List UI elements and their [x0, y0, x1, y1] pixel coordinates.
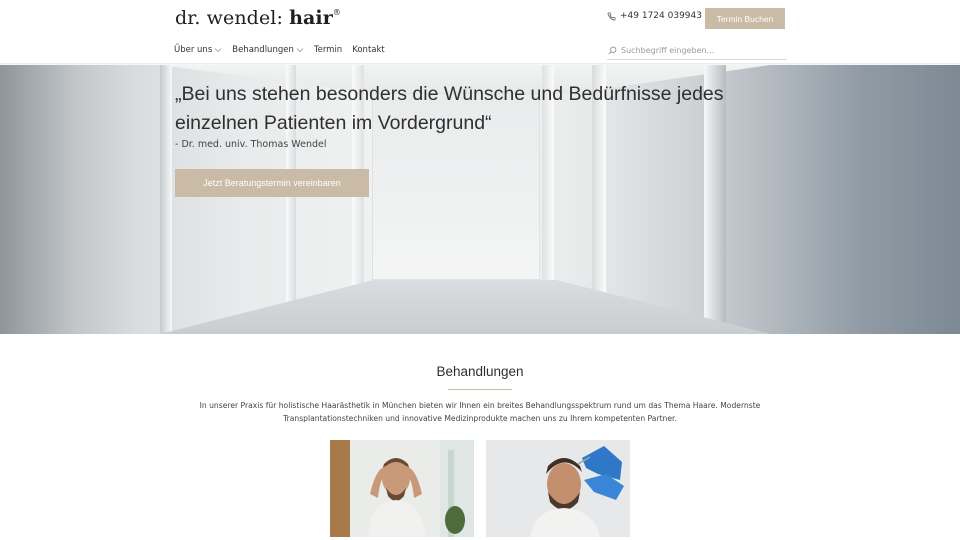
section-title: Behandlungen — [436, 364, 524, 379]
chevron-down-icon — [296, 48, 304, 53]
main-navigation: Über uns Behandlungen Termin Kontakt — [174, 45, 385, 55]
section-divider — [448, 389, 512, 390]
book-appointment-button[interactable]: Termin Buchen — [705, 8, 785, 29]
phone-number: +49 1724 039943 — [620, 11, 702, 21]
hero-floor — [160, 280, 770, 334]
hero-pillar — [160, 65, 172, 334]
nav-item-treatments[interactable]: Behandlungen — [232, 45, 304, 55]
search-bar — [607, 42, 787, 60]
phone-icon — [607, 12, 616, 20]
phone-link[interactable]: +49 1724 039943 — [607, 11, 702, 21]
site-logo[interactable]: dr. wendel: hair® — [175, 7, 341, 29]
treatment-card-hairline[interactable] — [330, 440, 474, 537]
logo-text-light: dr. wendel: — [175, 7, 290, 29]
hero-quote-author: - Dr. med. univ. Thomas Wendel — [175, 139, 327, 150]
registered-mark: ® — [332, 7, 341, 17]
nav-item-contact[interactable]: Kontakt — [352, 45, 385, 55]
nav-item-label: Behandlungen — [232, 45, 294, 55]
man-checking-hairline-photo — [330, 440, 474, 537]
site-header: dr. wendel: hair® +49 1724 039943 Termin… — [0, 0, 960, 64]
nav-item-about[interactable]: Über uns — [174, 45, 222, 55]
nav-item-label: Termin — [313, 45, 343, 55]
consultation-cta-button[interactable]: Jetzt Beratungstermin vereinbaren — [175, 169, 369, 197]
hero-quote: „Bei uns stehen besonders die Wünsche un… — [175, 83, 724, 134]
nav-item-label: Kontakt — [352, 45, 385, 55]
logo-text-strong: hair — [289, 7, 333, 29]
treatment-card-injection[interactable] — [486, 440, 630, 537]
scalp-injection-treatment-photo — [486, 440, 630, 537]
search-icon[interactable] — [608, 46, 617, 55]
chevron-down-icon — [214, 48, 222, 53]
nav-item-label: Über uns — [174, 45, 213, 55]
section-intro-text: In unserer Praxis für holistische Haaräs… — [199, 401, 761, 423]
search-input[interactable] — [621, 46, 781, 55]
nav-item-appointment[interactable]: Termin — [314, 45, 342, 55]
